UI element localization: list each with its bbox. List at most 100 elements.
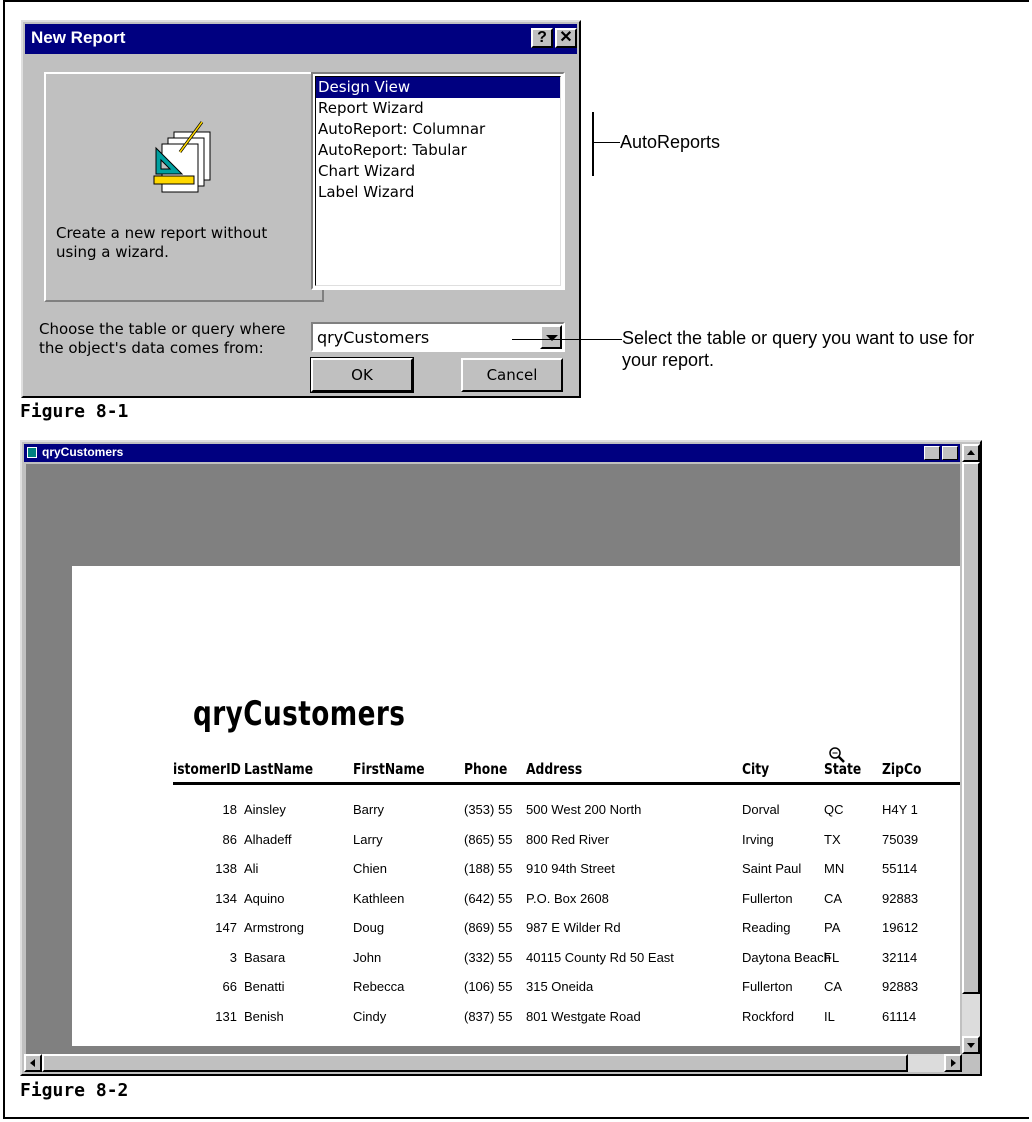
table-cell: (188) 55 <box>464 861 513 876</box>
report-type-option[interactable]: Design View <box>316 77 560 98</box>
table-cell: 92883 <box>882 979 919 994</box>
table-cell: (332) 55 <box>464 949 513 965</box>
ok-button[interactable]: OK <box>310 357 414 393</box>
table-cell: 66 <box>222 979 237 994</box>
report-type-option[interactable]: AutoReport: Columnar <box>316 119 560 140</box>
table-cell: CA <box>824 979 843 994</box>
table-cell: 3 <box>229 949 237 965</box>
scroll-up-button[interactable] <box>962 444 980 462</box>
maximize-button[interactable] <box>942 446 958 460</box>
report-type-option[interactable]: Label Wizard <box>316 182 560 203</box>
table-cell: Irving <box>742 831 774 847</box>
table-cell: Aquino <box>244 890 285 906</box>
vertical-scrollbar[interactable] <box>962 444 980 1054</box>
source-combo[interactable]: qryCustomers <box>311 322 565 352</box>
autoreports-pointer <box>592 142 620 143</box>
table-cell: 19612 <box>882 920 919 935</box>
close-button[interactable]: ✕ <box>555 28 577 48</box>
report-type-option[interactable]: AutoReport: Tabular <box>316 140 560 161</box>
report-page[interactable]: qryCustomers istomerID LastName FirstName P… <box>72 566 960 1046</box>
table-cell: TX <box>824 831 841 847</box>
table-cell: Alhadeff <box>244 831 292 847</box>
select-source-callout: Select the table or query you want to us… <box>622 328 975 370</box>
table-cell: 92883 <box>882 890 919 906</box>
table-cell: (869) 55 <box>464 920 513 935</box>
report-window-title: qryCustomers <box>42 445 124 459</box>
table-cell: Doug <box>353 920 385 935</box>
chevron-down-icon[interactable] <box>540 325 562 349</box>
table-cell: Ainsley <box>244 802 286 817</box>
cancel-button[interactable]: Cancel <box>461 358 563 392</box>
header-rule <box>173 782 960 785</box>
table-cell: Chien <box>353 861 387 876</box>
zoom-cursor-icon <box>829 747 845 763</box>
scroll-right-button[interactable] <box>944 1054 962 1072</box>
figure-caption-1: Figure 8-1 <box>20 401 129 422</box>
table-cell: Armstrong <box>244 920 304 935</box>
figure-caption-2: Figure 8-2 <box>20 1080 129 1101</box>
horizontal-scroll-thumb[interactable] <box>42 1054 908 1072</box>
report-type-option[interactable]: Chart Wizard <box>316 161 560 182</box>
table-cell: Rebecca <box>353 979 405 994</box>
column-header: istomerID <box>173 760 241 778</box>
minimize-button[interactable] <box>924 446 940 460</box>
table-cell: Kathleen <box>353 890 405 906</box>
table-cell: 801 Westgate Road <box>526 1008 641 1024</box>
report-design-icon <box>153 121 211 193</box>
table-cell: 32114 <box>882 949 918 965</box>
report-type-list[interactable]: Design View Report Wizard AutoReport: Colu… <box>311 72 565 290</box>
report-window-titlebar: qryCustomers <box>24 444 960 462</box>
table-cell: (865) 55 <box>464 831 513 847</box>
table-cell: 55114 <box>882 861 918 876</box>
table-cell: Larry <box>353 831 383 847</box>
table-cell: P.O. Box 2608 <box>526 890 609 906</box>
table-cell: IL <box>824 1008 835 1024</box>
table-cell: Basara <box>244 949 286 965</box>
table-cell: 987 E Wilder Rd <box>526 920 621 935</box>
table-cell: Ali <box>244 861 259 876</box>
dialog-title: New Report <box>31 28 126 47</box>
table-cell: Fullerton <box>742 890 793 906</box>
source-value[interactable]: qryCustomers <box>317 328 429 347</box>
table-cell: 147 <box>215 920 237 935</box>
table-cell: 910 94th Street <box>526 861 615 876</box>
table-cell: Benish <box>244 1008 284 1024</box>
table-cell: FL <box>824 949 840 965</box>
column-header: City <box>742 760 770 778</box>
report-window-icon <box>27 447 37 458</box>
column-header: Phone <box>464 760 508 778</box>
autoreports-callout: AutoReports <box>620 132 721 152</box>
report-type-option[interactable]: Report Wizard <box>316 98 560 119</box>
table-cell: 315 Oneida <box>526 979 594 994</box>
table-cell: 800 Red River <box>526 831 610 847</box>
table-cell: Barry <box>353 802 385 817</box>
table-cell: Saint Paul <box>742 861 802 876</box>
column-header: Address <box>526 760 583 778</box>
table-cell: 500 West 200 North <box>526 802 642 817</box>
scroll-left-button[interactable] <box>24 1054 42 1072</box>
help-button[interactable]: ? <box>531 28 553 48</box>
table-cell: MN <box>824 861 845 876</box>
table-cell: Reading <box>742 920 791 935</box>
table-cell: 61114 <box>882 1008 917 1024</box>
scroll-down-button[interactable] <box>962 1036 980 1054</box>
table-cell: Benatti <box>244 979 285 994</box>
vertical-scroll-thumb[interactable] <box>962 462 980 994</box>
table-cell: 134 <box>215 890 237 906</box>
column-header: FirstName <box>353 760 425 778</box>
wizard-preview-panel: Create a new report without using a wiza… <box>44 72 324 302</box>
table-cell: Daytona Beach <box>742 949 831 965</box>
new-report-dialog: New Report ? ✕ Create a new report witho… <box>21 20 581 398</box>
table-cell: H4Y 1 <box>882 802 918 817</box>
column-header: ZipCo <box>882 760 922 778</box>
dialog-titlebar: New Report ? ✕ <box>25 24 577 54</box>
table-cell: Dorval <box>742 802 780 817</box>
table-cell: 18 <box>222 802 237 817</box>
table-cell: 40115 County Rd 50 East <box>526 949 674 965</box>
table-cell: PA <box>824 920 841 935</box>
horizontal-scrollbar[interactable] <box>24 1054 962 1072</box>
table-cell: Cindy <box>353 1008 387 1024</box>
table-cell: (106) 55 <box>464 979 513 994</box>
table-cell: CA <box>824 890 843 906</box>
table-cell: 131 <box>215 1008 237 1024</box>
